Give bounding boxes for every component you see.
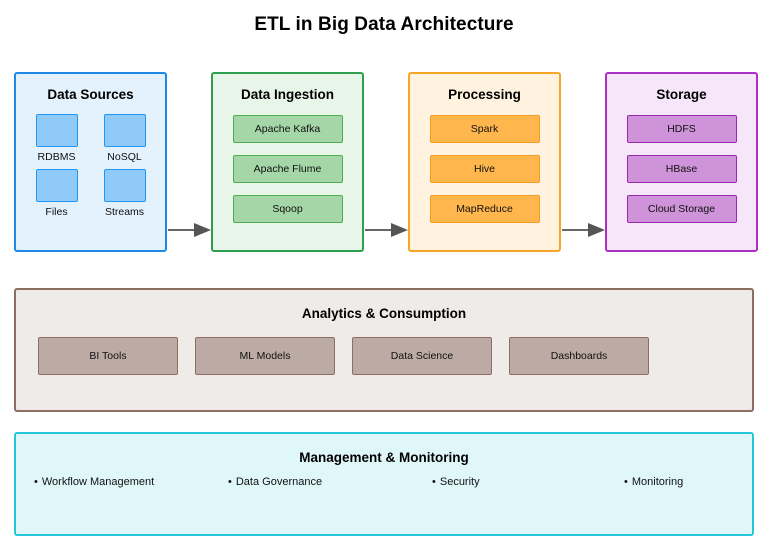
management-item-label: Monitoring [631, 476, 684, 488]
storage-item-hbase[interactable]: HBase [626, 155, 737, 183]
diagram-canvas: ETL in Big Data Architecture Data Source… [0, 0, 768, 548]
analytics-card-dashboards[interactable]: Dashboards [509, 337, 649, 375]
processing-item-mapreduce[interactable]: MapReduce [429, 195, 540, 223]
analytics-card-list: BI Tools ML Models Data Science Dashboar… [16, 337, 752, 375]
stage-data-sources[interactable]: Data Sources RDBMS NoSQL Files Streams [14, 72, 167, 252]
management-item-label: Data Governance [235, 476, 323, 488]
analytics-card-ml-models[interactable]: ML Models [195, 337, 335, 375]
stage-title-data-ingestion: Data Ingestion [240, 87, 334, 102]
pipeline-row: Data Sources RDBMS NoSQL Files Streams D… [0, 72, 768, 252]
stage-title-storage: Storage [656, 87, 707, 102]
arrow-ingestion-to-processing [365, 222, 409, 238]
file-icon [35, 169, 78, 202]
arrow-sources-to-ingestion [168, 222, 212, 238]
stage-title-data-sources: Data Sources [47, 87, 134, 102]
ingestion-item-list: Apache Kafka Apache Flume Sqoop [213, 115, 362, 223]
bullet-icon: • [34, 476, 38, 488]
storage-item-hdfs[interactable]: HDFS [626, 115, 737, 143]
panel-title-management: Management & Monitoring [299, 450, 469, 465]
data-source-grid: RDBMS NoSQL Files Streams [30, 114, 152, 218]
panel-analytics-consumption[interactable]: Analytics & Consumption BI Tools ML Mode… [14, 288, 754, 412]
management-item-security[interactable]: • Security [432, 476, 480, 488]
data-source-label: RDBMS [37, 151, 76, 163]
stage-title-processing: Processing [448, 87, 521, 102]
ingestion-item-sqoop[interactable]: Sqoop [232, 195, 343, 223]
storage-item-list: HDFS HBase Cloud Storage [607, 115, 756, 223]
panel-title-analytics: Analytics & Consumption [301, 306, 467, 321]
processing-item-hive[interactable]: Hive [429, 155, 540, 183]
management-item-label: Workflow Management [41, 476, 155, 488]
stage-data-ingestion[interactable]: Data Ingestion Apache Kafka Apache Flume… [211, 72, 364, 252]
management-item-monitoring[interactable]: • Monitoring [624, 476, 683, 488]
data-source-streams[interactable]: Streams [98, 169, 152, 218]
analytics-card-data-science[interactable]: Data Science [352, 337, 492, 375]
ingestion-item-kafka[interactable]: Apache Kafka [232, 115, 343, 143]
data-source-label: Files [45, 206, 68, 218]
bullet-icon: • [624, 476, 628, 488]
stage-storage[interactable]: Storage HDFS HBase Cloud Storage [605, 72, 758, 252]
management-item-data-governance[interactable]: • Data Governance [228, 476, 322, 488]
management-item-label: Security [439, 476, 480, 488]
data-source-rdbms[interactable]: RDBMS [30, 114, 84, 163]
database-icon [35, 114, 78, 147]
data-source-label: NoSQL [107, 151, 142, 163]
database-icon [103, 114, 146, 147]
data-source-files[interactable]: Files [30, 169, 84, 218]
management-item-list: • Workflow Management • Data Governance • S… [16, 476, 752, 496]
processing-item-spark[interactable]: Spark [429, 115, 540, 143]
data-source-label: Streams [104, 206, 145, 218]
ingestion-item-flume[interactable]: Apache Flume [232, 155, 343, 183]
panel-management-monitoring[interactable]: Management & Monitoring • Workflow Manage… [14, 432, 754, 536]
arrow-processing-to-storage [562, 222, 606, 238]
bullet-icon: • [432, 476, 436, 488]
bullet-icon: • [228, 476, 232, 488]
management-item-workflow-management[interactable]: • Workflow Management [34, 476, 154, 488]
data-source-nosql[interactable]: NoSQL [98, 114, 152, 163]
stage-processing[interactable]: Processing Spark Hive MapReduce [408, 72, 561, 252]
analytics-card-bi-tools[interactable]: BI Tools [38, 337, 178, 375]
storage-item-cloud-storage[interactable]: Cloud Storage [626, 195, 737, 223]
processing-item-list: Spark Hive MapReduce [410, 115, 559, 223]
page-title: ETL in Big Data Architecture [254, 14, 514, 35]
stream-icon [103, 169, 146, 202]
